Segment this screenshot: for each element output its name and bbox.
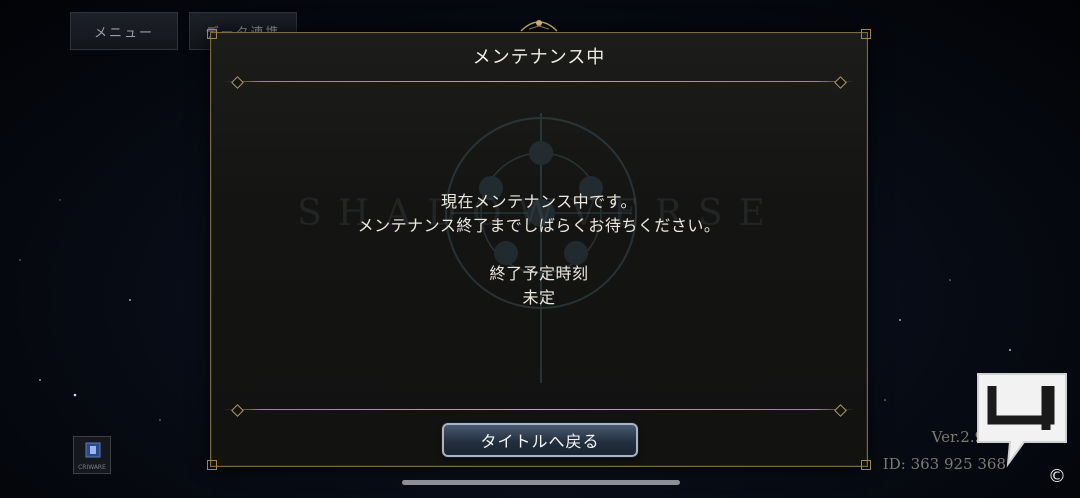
dialog-title: メンテナンス中 xyxy=(472,47,606,68)
dialog-corner xyxy=(861,460,871,470)
maintenance-dialog: メンテナンス中 SHADOWVERSE 現在メンテナンス中です。 メンテナンス終… xyxy=(207,20,871,470)
return-to-title-button[interactable]: タイトルへ戻る xyxy=(442,423,638,457)
title-divider xyxy=(223,81,855,82)
emblem-icon xyxy=(445,113,637,383)
end-time-label: 終了予定時刻 xyxy=(489,264,589,283)
criware-logo: CRIWARE xyxy=(73,436,111,474)
maintenance-message-line2: メンテナンス終了までしばらくお待ちください。 xyxy=(357,216,721,235)
home-indicator[interactable] xyxy=(402,480,680,485)
copyright-icon: © xyxy=(1048,466,1066,487)
end-time-value: 未定 xyxy=(522,288,556,307)
criware-logo-icon xyxy=(85,442,101,458)
criware-logo-text: CRIWARE xyxy=(78,464,106,471)
dialog-corner xyxy=(207,29,217,39)
dialog-corner xyxy=(861,29,871,39)
footer-divider xyxy=(223,409,855,410)
crest-icon xyxy=(520,20,558,32)
maintenance-message-line1: 現在メンテナンス中です。 xyxy=(440,192,638,211)
dialog-corner xyxy=(207,460,217,470)
menu-button[interactable]: メニュー xyxy=(70,12,178,50)
